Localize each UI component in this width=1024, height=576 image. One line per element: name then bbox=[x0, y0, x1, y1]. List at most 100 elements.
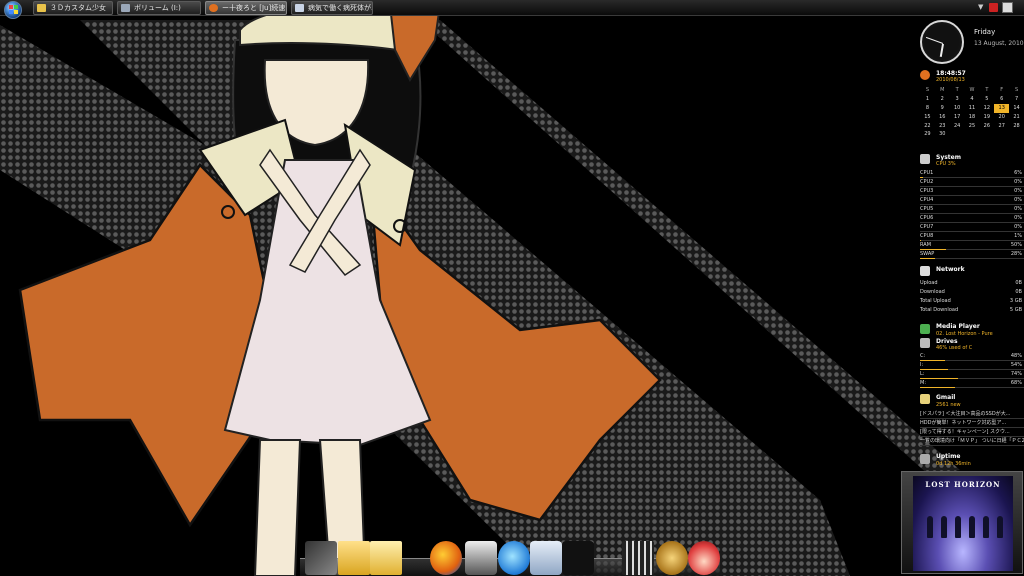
mail-icon bbox=[920, 394, 930, 404]
calendar-day[interactable]: 5 bbox=[979, 95, 994, 104]
drive-value: 54% bbox=[1010, 362, 1022, 368]
firefox-icon[interactable] bbox=[430, 541, 462, 575]
calendar-day[interactable]: 19 bbox=[979, 113, 994, 122]
calendar-day[interactable]: 26 bbox=[979, 122, 994, 131]
music-note-icon bbox=[920, 324, 930, 334]
window-icon bbox=[295, 4, 304, 12]
drive-row: I: 54% bbox=[920, 362, 1024, 371]
gold-medallion-icon[interactable] bbox=[656, 541, 688, 575]
desktop-wallpaper bbox=[0, 0, 1024, 576]
calendar-day[interactable]: 28 bbox=[1009, 122, 1024, 131]
tray-app-icon[interactable] bbox=[989, 3, 998, 12]
calendar-date: 2010/08/13 bbox=[936, 77, 965, 83]
band-member bbox=[997, 516, 1003, 538]
band-member bbox=[941, 516, 947, 538]
calendar-day[interactable]: 30 bbox=[935, 130, 950, 139]
calendar-weekday: S bbox=[925, 87, 930, 93]
calendar-day[interactable]: 2 bbox=[935, 95, 950, 104]
network-label: Total Upload bbox=[920, 298, 951, 304]
calendar-day[interactable]: 6 bbox=[994, 95, 1009, 104]
calendar-day bbox=[950, 130, 965, 139]
system-value: 0% bbox=[1014, 197, 1022, 203]
album-art-gadget[interactable]: LOST HORIZON bbox=[901, 471, 1023, 574]
gmail-item[interactable]: [限って得する！キャンペーン] スクウ... bbox=[920, 428, 1024, 437]
calendar-day[interactable]: 7 bbox=[1009, 95, 1024, 104]
j-app-icon[interactable] bbox=[530, 541, 562, 575]
drives-summary: 46% used of C bbox=[936, 345, 973, 351]
drive-row: C: 48% bbox=[920, 353, 1024, 362]
calendar-day[interactable]: 11 bbox=[965, 104, 980, 113]
calendar-day[interactable]: 18 bbox=[965, 113, 980, 122]
taskbar-button-label: ３Ｄカスタム少女 bbox=[50, 4, 106, 12]
gmail-item[interactable]: HDDが簡単！ネットワーク対応型ア... bbox=[920, 419, 1024, 428]
film-strip-icon[interactable] bbox=[622, 541, 654, 575]
anime-girl-icon[interactable] bbox=[688, 541, 720, 575]
gmail-item[interactable]: [ドスパラ] ＜大注目＞高品のSSDが大... bbox=[920, 410, 1024, 419]
cpu-summary: CPU 3% bbox=[936, 161, 956, 167]
calendar-day[interactable]: 8 bbox=[920, 104, 935, 113]
gmail-title: Gmail bbox=[936, 394, 956, 401]
calendar-day[interactable]: 27 bbox=[994, 122, 1009, 131]
calendar-day[interactable]: 14 bbox=[1009, 104, 1024, 113]
calendar-day[interactable]: 21 bbox=[1009, 113, 1024, 122]
calendar-day[interactable]: 15 bbox=[920, 113, 935, 122]
system-label: CPU7 bbox=[920, 224, 934, 230]
start-button[interactable] bbox=[4, 1, 22, 19]
drive-bar bbox=[920, 369, 949, 370]
drive-bar bbox=[920, 387, 956, 388]
analog-clock bbox=[920, 20, 964, 64]
taskbar-button-browser[interactable]: ー十夜ろと [Ju]続速... bbox=[205, 1, 287, 15]
calendar-day[interactable]: 17 bbox=[950, 113, 965, 122]
taskbar-button-label: ボリューム (I:) bbox=[134, 4, 181, 12]
cat-eyes-icon[interactable] bbox=[562, 541, 594, 575]
calendar-day[interactable]: 22 bbox=[920, 122, 935, 131]
drive-bar bbox=[920, 378, 959, 379]
calendar-weekday: W bbox=[969, 87, 975, 93]
gmail-item[interactable]: 一覧の環境向け「ＭＶＰ」 ついに日経「ＰＣ21」... bbox=[920, 437, 1024, 446]
clock-hour-hand bbox=[939, 43, 944, 57]
calendar-day[interactable]: 12 bbox=[979, 104, 994, 113]
media-folder-icon[interactable] bbox=[305, 541, 337, 575]
system-row: CPU4 0% bbox=[920, 197, 1024, 206]
system-row: RAM 50% bbox=[920, 242, 1024, 251]
network-row: Total Download 5 GB bbox=[920, 307, 1024, 316]
folder-icon[interactable] bbox=[338, 541, 370, 575]
calendar-day[interactable]: 23 bbox=[935, 122, 950, 131]
system-track bbox=[920, 240, 1024, 241]
band-member bbox=[983, 516, 989, 538]
taskbar-button-volume-i[interactable]: ボリューム (I:) bbox=[117, 1, 201, 15]
system-bar bbox=[920, 240, 921, 241]
calendar-day[interactable]: 29 bbox=[920, 130, 935, 139]
taskbar-button-label: ー十夜ろと [Ju]続速... bbox=[222, 4, 287, 12]
tray-chevron-icon[interactable]: ▼ bbox=[978, 3, 986, 11]
system-bar bbox=[920, 258, 935, 259]
alien-mask-icon[interactable] bbox=[465, 541, 497, 575]
show-desktop-icon[interactable] bbox=[1002, 2, 1013, 13]
system-row: CPU7 0% bbox=[920, 224, 1024, 233]
calendar-day[interactable]: 1 bbox=[920, 95, 935, 104]
calendar-day[interactable]: 13 bbox=[994, 103, 1010, 113]
taskbar-button-document[interactable]: 病気で働く病死体が... bbox=[291, 1, 373, 15]
drive-row: M: 68% bbox=[920, 380, 1024, 389]
internet-explorer-icon[interactable] bbox=[498, 541, 530, 575]
folder-open-icon[interactable] bbox=[370, 541, 402, 575]
system-value: 28% bbox=[1010, 251, 1022, 257]
taskbar: ３Ｄカスタム少女 ボリューム (I:) ー十夜ろと [Ju]続速... 病気で働… bbox=[0, 0, 1024, 19]
system-label: CPU3 bbox=[920, 188, 934, 194]
network-label: Download bbox=[920, 289, 945, 295]
calendar-day[interactable]: 4 bbox=[965, 95, 980, 104]
calendar-day[interactable]: 20 bbox=[994, 113, 1009, 122]
system-track bbox=[920, 231, 1024, 232]
calendar-day bbox=[994, 130, 1009, 139]
calendar-weekday: S bbox=[1014, 87, 1019, 93]
system-track bbox=[920, 222, 1024, 223]
taskbar-button-3d-custom-girl[interactable]: ３Ｄカスタム少女 bbox=[33, 1, 113, 15]
network-value: 3 GB bbox=[1009, 298, 1022, 304]
network-row: Download 0B bbox=[920, 289, 1024, 298]
calendar-day[interactable]: 25 bbox=[965, 122, 980, 131]
calendar-day[interactable]: 24 bbox=[950, 122, 965, 131]
calendar-day[interactable]: 10 bbox=[950, 104, 965, 113]
calendar-day[interactable]: 3 bbox=[950, 95, 965, 104]
calendar-day[interactable]: 9 bbox=[935, 104, 950, 113]
calendar-day[interactable]: 16 bbox=[935, 113, 950, 122]
